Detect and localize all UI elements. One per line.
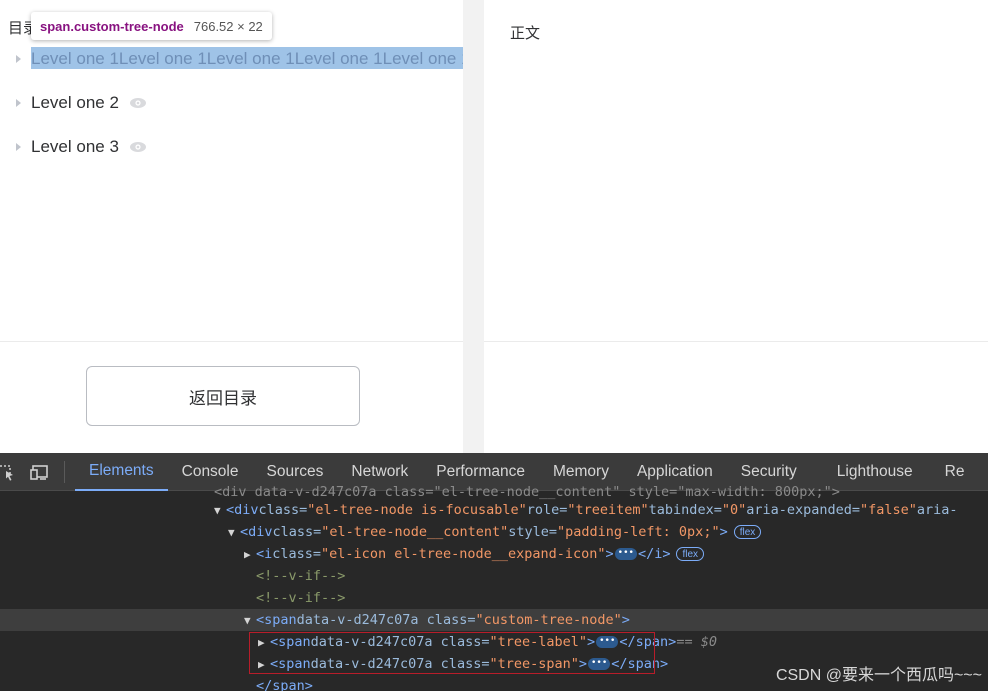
- device-toolbar-icon[interactable]: [30, 462, 50, 482]
- content-panel: 正文: [484, 0, 988, 453]
- tooltip-size: 766.52 × 22: [193, 18, 263, 34]
- dom-node-line[interactable]: ▶ <i class= "el-icon el-tree-node__expand…: [0, 543, 988, 565]
- expand-arrow-icon[interactable]: [16, 143, 21, 151]
- tree-node-label[interactable]: Level one 3: [31, 137, 119, 157]
- inspect-element-icon[interactable]: [0, 462, 20, 482]
- back-to-directory-button[interactable]: 返回目录: [86, 366, 360, 426]
- expand-arrow-icon[interactable]: [16, 99, 21, 107]
- devtools-panel: Elements Console Sources Network Perform…: [0, 452, 988, 691]
- tree-node-label[interactable]: Level one 2: [31, 93, 119, 113]
- dom-node-line[interactable]: ▼ <div class= "el-tree-node__content" sty…: [0, 521, 988, 543]
- divider: [0, 341, 463, 342]
- expand-arrow-icon[interactable]: [16, 55, 21, 63]
- collapsed-children-ellipsis[interactable]: •••: [614, 548, 637, 560]
- annotation-red-box: [249, 632, 655, 674]
- dom-node-line[interactable]: ▼ <div class= "el-tree-node is-focusable"…: [0, 499, 988, 521]
- inspector-tooltip: span.custom-tree-node 766.52 × 22: [31, 12, 272, 40]
- watermark: CSDN @要来一个西瓜吗~~~: [775, 667, 982, 684]
- divider: [484, 341, 988, 342]
- directory-panel: 目录 Level one 1Level one 1Level one 1Leve…: [0, 0, 798, 453]
- tooltip-selector: span.custom-tree-node: [40, 18, 184, 34]
- dom-comment-line[interactable]: <!--v-if-->: [0, 587, 988, 609]
- flex-badge[interactable]: flex: [676, 547, 705, 561]
- eye-icon[interactable]: [129, 97, 147, 109]
- eye-icon[interactable]: [129, 141, 147, 153]
- collapse-triangle-icon[interactable]: ▼: [228, 526, 240, 539]
- flex-badge[interactable]: flex: [733, 525, 762, 539]
- panel-gutter: [463, 0, 484, 453]
- tree-node-level-one-2[interactable]: Level one 2: [0, 91, 147, 115]
- collapse-triangle-icon[interactable]: ▼: [214, 504, 226, 517]
- collapse-triangle-icon[interactable]: ▼: [244, 614, 256, 627]
- tree-node-level-one-3[interactable]: Level one 3: [0, 135, 147, 159]
- content-title: 正文: [510, 25, 541, 42]
- toolbar-divider: [64, 460, 65, 483]
- expand-triangle-icon[interactable]: ▶: [244, 548, 256, 561]
- dom-comment-line[interactable]: <!--v-if-->: [0, 565, 988, 587]
- dom-node-line-selected[interactable]: ▼ <span data-v-d247c07a class= "custom-tr…: [0, 609, 988, 631]
